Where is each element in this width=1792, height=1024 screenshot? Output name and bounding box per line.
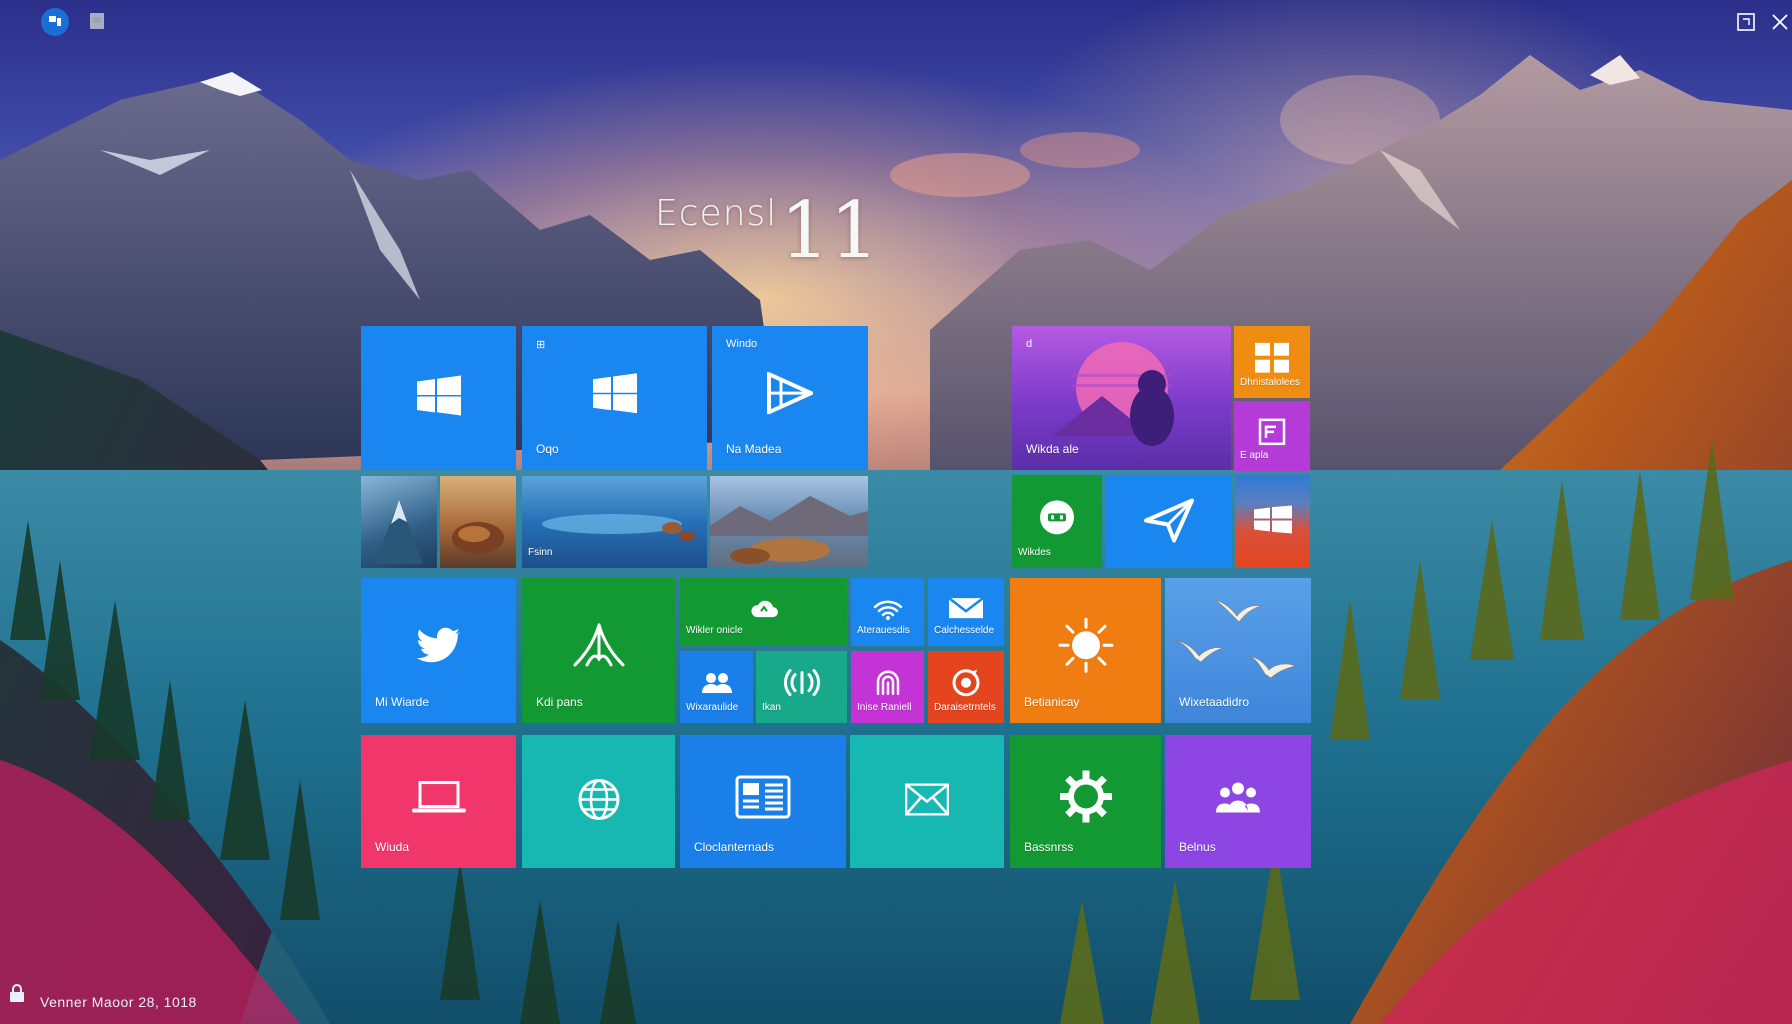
desktop-wallpaper bbox=[0, 0, 1792, 1024]
tile-label: Cloclanternads bbox=[694, 840, 775, 854]
tile-flights[interactable] bbox=[1105, 475, 1232, 568]
tile-media[interactable]: Windo Na Madea bbox=[712, 326, 868, 470]
tile-weather[interactable]: Betianicay bbox=[1010, 578, 1161, 723]
tile-label: Aterauesdis bbox=[857, 625, 910, 636]
tile-label: Calchesselde bbox=[934, 625, 995, 636]
tile-label: Wikler onicle bbox=[686, 625, 743, 636]
game-icon bbox=[1038, 498, 1076, 541]
tile-label: Na Madea bbox=[726, 442, 782, 456]
tile-label: Wikda ale bbox=[1026, 442, 1079, 456]
tile-photos[interactable]: Fsinn bbox=[522, 476, 707, 568]
gear-icon bbox=[1058, 768, 1114, 829]
bird-icon bbox=[416, 626, 462, 671]
tile-label: Daraisetrntels bbox=[934, 702, 996, 713]
tile-label: Wixetaadidro bbox=[1179, 695, 1250, 709]
lock-icon bbox=[8, 983, 26, 1008]
tile-sound[interactable]: Ikan bbox=[756, 651, 847, 723]
people-icon bbox=[701, 671, 733, 700]
start-title: Ecensl bbox=[655, 193, 778, 234]
tile-label: Wiuda bbox=[375, 840, 410, 854]
windows-logo-icon bbox=[1253, 505, 1292, 538]
document-icon bbox=[1258, 418, 1286, 451]
tile-news[interactable]: Cloclanternads bbox=[680, 735, 846, 868]
mail-icon bbox=[904, 782, 950, 820]
tile-xbox[interactable]: Wikdes bbox=[1012, 475, 1102, 568]
tile-reader[interactable]: E apla bbox=[1234, 401, 1310, 471]
tile-label: Belnus bbox=[1179, 840, 1216, 854]
tile-label: Fsinn bbox=[528, 547, 553, 558]
plane-icon bbox=[1143, 496, 1194, 547]
tile-wifi[interactable]: Aterauesdis bbox=[851, 578, 924, 646]
cloud-icon bbox=[749, 597, 779, 624]
tile-photo-rocks[interactable] bbox=[440, 476, 516, 568]
window-icon[interactable] bbox=[82, 7, 112, 37]
tile-store[interactable]: ⊞ Oqo bbox=[522, 326, 707, 470]
tile-label: Dhnistalolees bbox=[1240, 377, 1301, 388]
restore-icon[interactable] bbox=[1731, 7, 1761, 37]
tile-corner-label: Windo bbox=[726, 338, 758, 350]
tile-settings[interactable]: Bassnrss bbox=[1010, 735, 1161, 868]
news-icon bbox=[735, 775, 791, 824]
tile-label: Oqo bbox=[536, 442, 559, 456]
tile-onedrive[interactable]: Wikler onicle bbox=[680, 578, 847, 646]
tile-label: Betianicay bbox=[1024, 695, 1080, 709]
tile-label: Mi Wiarde bbox=[375, 695, 430, 709]
tile-fingerprint[interactable]: Inise Raniell bbox=[851, 651, 924, 723]
tile-photo-purple[interactable]: d Wikda ale bbox=[1012, 326, 1231, 470]
tile-label: Inise Raniell bbox=[857, 702, 912, 713]
tile-target[interactable]: Daraisetrntels bbox=[928, 651, 1004, 723]
tile-photo-shore[interactable] bbox=[710, 476, 868, 568]
tile-label: Wikdes bbox=[1018, 547, 1051, 558]
tile-windows[interactable] bbox=[361, 326, 516, 470]
tile-mail[interactable] bbox=[850, 735, 1004, 868]
close-icon[interactable] bbox=[1765, 7, 1792, 37]
windows-logo-icon bbox=[416, 375, 461, 421]
tile-maps[interactable]: Kdi pans bbox=[522, 578, 675, 723]
fingerprint-icon bbox=[873, 668, 903, 703]
sound-icon bbox=[782, 667, 822, 704]
tile-laptop[interactable]: Wiuda bbox=[361, 735, 516, 868]
tile-label: Wixaraulide bbox=[686, 702, 739, 713]
globe-icon bbox=[577, 777, 621, 826]
play-icon bbox=[767, 371, 816, 419]
grid-icon bbox=[1255, 342, 1289, 378]
wifi-icon bbox=[873, 595, 903, 626]
tile-label: Kdi pans bbox=[536, 695, 583, 709]
tile-windows-red[interactable] bbox=[1235, 475, 1310, 568]
tile-apps[interactable]: Dhnistalolees bbox=[1234, 326, 1310, 398]
tile-corner-label: ⊞ bbox=[536, 339, 546, 351]
tile-label: Bassnrss bbox=[1024, 840, 1074, 854]
app-icon[interactable] bbox=[40, 7, 70, 37]
people-icon bbox=[1214, 780, 1262, 819]
tile-birds[interactable]: Wixetaadidro bbox=[1165, 578, 1311, 723]
tent-icon bbox=[573, 622, 625, 673]
status-text: Venner Maoor 28, 1018 bbox=[40, 994, 197, 1010]
laptop-icon bbox=[411, 780, 466, 819]
tile-people[interactable]: Belnus bbox=[1165, 735, 1311, 868]
tile-twitter[interactable]: Mi Wiarde bbox=[361, 578, 516, 723]
tile-browser[interactable] bbox=[522, 735, 675, 868]
tile-mail-small[interactable]: Calchesselde bbox=[928, 578, 1004, 646]
tile-label: E apla bbox=[1240, 450, 1269, 461]
sun-icon bbox=[1056, 615, 1116, 680]
start-title-version: 11 bbox=[780, 186, 880, 276]
mail-icon bbox=[948, 597, 984, 624]
target-icon bbox=[951, 668, 981, 703]
tile-photo-mountain[interactable] bbox=[361, 476, 437, 568]
tile-label: Ikan bbox=[762, 702, 781, 713]
tile-people-small[interactable]: Wixaraulide bbox=[680, 651, 753, 723]
windows-logo-icon bbox=[592, 373, 637, 418]
